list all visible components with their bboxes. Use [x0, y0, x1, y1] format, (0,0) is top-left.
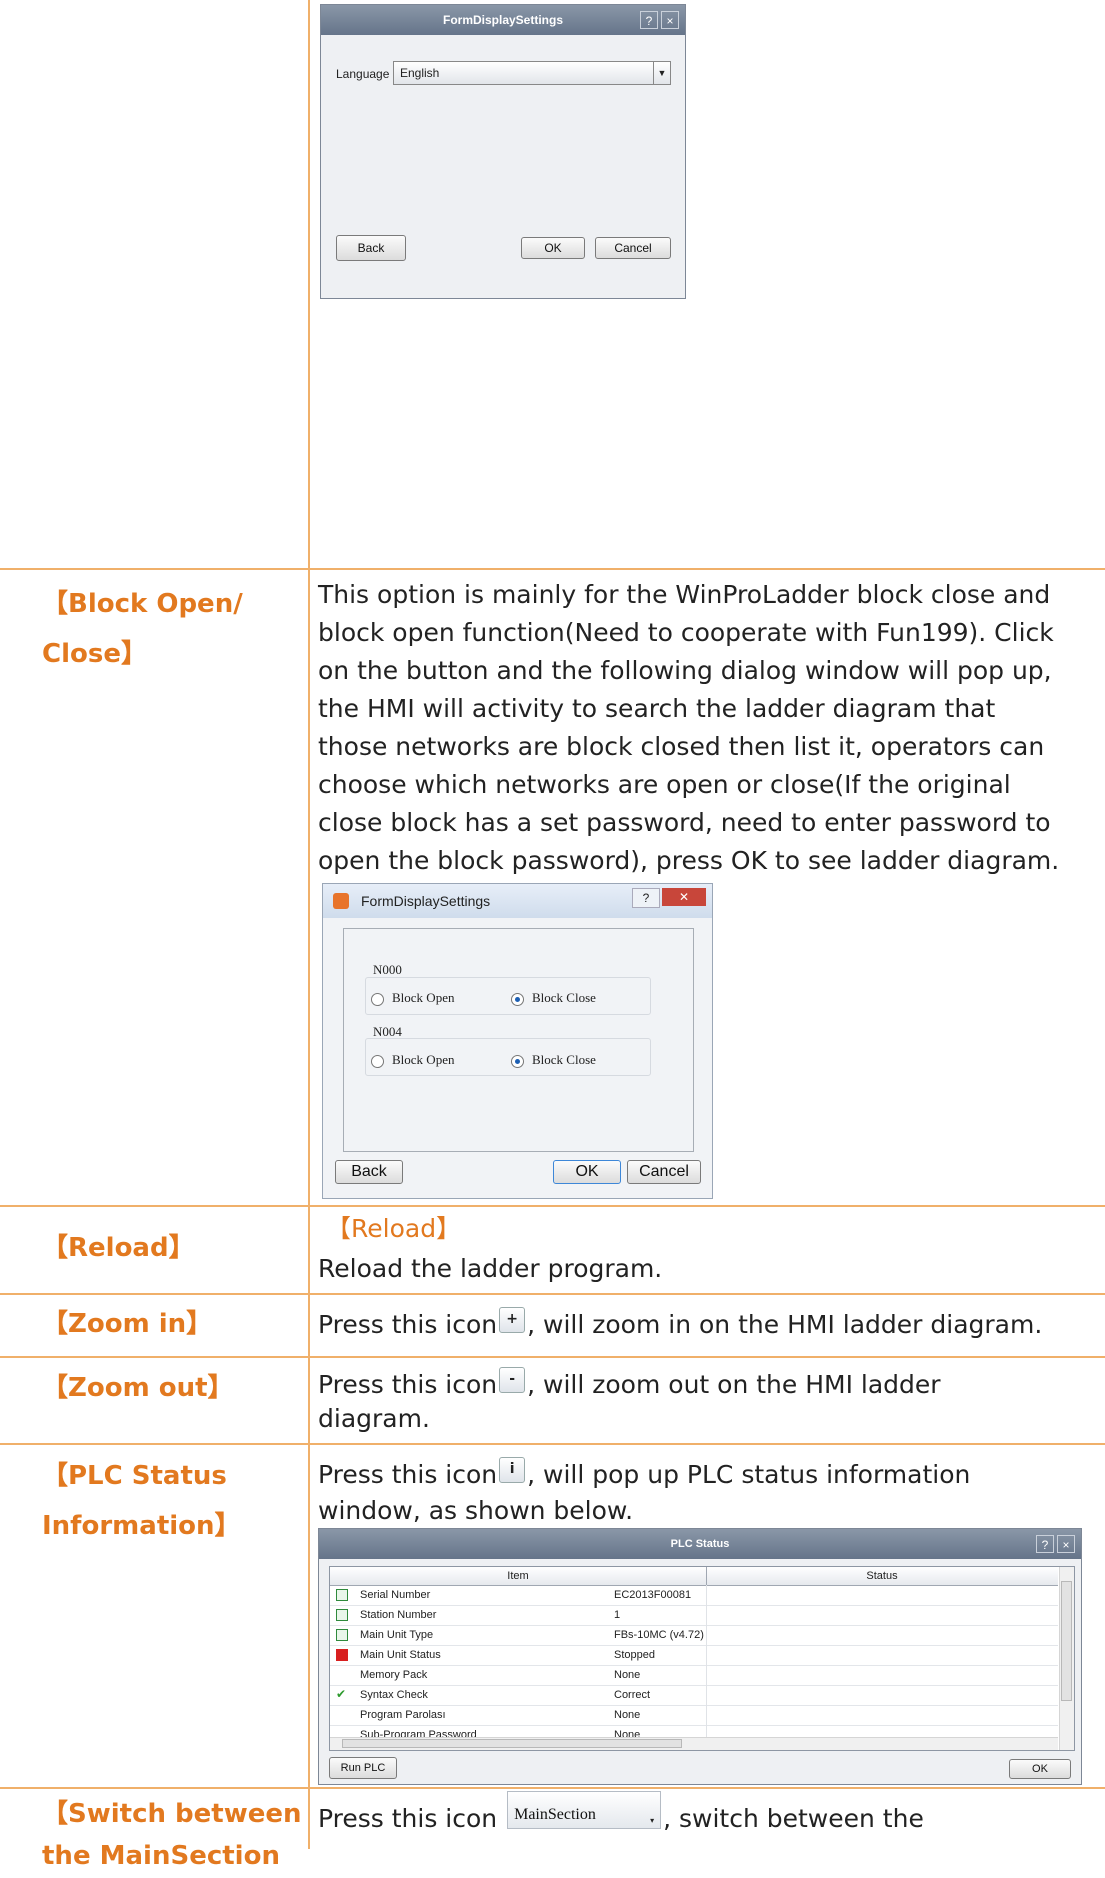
item-cell: Main Unit Status [360, 1649, 441, 1661]
zoom-out-label: 【Zoom out】 [42, 1373, 234, 1403]
close-button[interactable]: × [661, 11, 679, 29]
table-row[interactable]: Main Unit Status Stopped [330, 1645, 1058, 1666]
status-cell: None [614, 1669, 641, 1681]
info-icon[interactable]: i [499, 1457, 526, 1483]
dialog-title: FormDisplaySettings [321, 5, 685, 35]
status-cell: 1 [614, 1609, 621, 1621]
close-button[interactable]: ✕ [662, 888, 706, 906]
block-close-radio[interactable]: Block Close [511, 1052, 596, 1068]
help-button[interactable]: ? [632, 888, 660, 908]
header-status[interactable]: Status [707, 1567, 1057, 1585]
back-button[interactable]: Back [336, 235, 406, 261]
language-value: English [400, 66, 440, 80]
group-name: N000 [373, 962, 402, 977]
run-plc-button[interactable]: Run PLC [329, 1757, 397, 1779]
plc-status-label-line1: 【PLC Status [42, 1461, 227, 1491]
app-icon [333, 893, 349, 909]
chevron-down-icon: ▼ [653, 62, 670, 84]
table-row[interactable]: Station Number 1 [330, 1605, 1058, 1626]
zoom-in-text: Press this icon +, will zoom in on the HM… [318, 1306, 1096, 1344]
close-button[interactable]: × [1057, 1535, 1075, 1553]
item-cell: Station Number [360, 1609, 437, 1621]
block-label-line1: 【Block Open/ [42, 589, 243, 619]
block-close-radio[interactable]: Block Close [511, 990, 596, 1006]
status-cell: FBs-10MC (v4.72) [614, 1629, 704, 1641]
radio-icon [371, 1054, 384, 1068]
reload-text: Reload the ladder program. [318, 1254, 663, 1283]
scrollbar-thumb[interactable] [342, 1739, 682, 1748]
plc-status-text: Press this icon i, will pop up PLC status… [318, 1456, 1096, 1530]
zoom-out-text: Press this icon -, will zoom out on the H… [318, 1366, 1096, 1438]
plc-status-dialog: PLC Status ? × Item Status Serial Number… [318, 1528, 1082, 1785]
reload-label: 【Reload】 [42, 1233, 195, 1263]
chevron-down-icon: ▾ [650, 1816, 655, 1825]
cancel-button[interactable]: Cancel [627, 1160, 701, 1184]
back-button[interactable]: Back [335, 1160, 403, 1184]
section-dropdown-value: MainSection [514, 1806, 596, 1823]
info-icon [336, 1609, 348, 1621]
language-select[interactable]: English ▼ [393, 61, 671, 85]
stop-icon [336, 1649, 348, 1661]
table-row[interactable]: Main Unit Type FBs-10MC (v4.72) [330, 1625, 1058, 1646]
section-dropdown[interactable]: MainSection ▾ [507, 1791, 662, 1829]
help-button[interactable]: ? [640, 11, 658, 29]
radio-icon [511, 1054, 524, 1068]
horizontal-scrollbar[interactable] [330, 1737, 1058, 1750]
help-button[interactable]: ? [1036, 1535, 1054, 1553]
table-row[interactable]: ✔ Syntax Check Correct [330, 1685, 1058, 1706]
scrollbar-thumb[interactable] [1061, 1581, 1072, 1701]
check-icon: ✔ [336, 1687, 347, 1701]
blank-icon [336, 1709, 348, 1721]
item-cell: Syntax Check [360, 1689, 428, 1701]
block-open-radio[interactable]: Block Open [371, 990, 454, 1006]
switch-label-line2: the MainSection [42, 1841, 280, 1871]
status-table: Item Status Serial Number EC2013F00081 Sta… [329, 1566, 1075, 1751]
ok-button[interactable]: OK [1009, 1759, 1071, 1779]
block-dialog: FormDisplaySettings ? ✕ N000 Block Open … [322, 883, 713, 1199]
block-open-radio[interactable]: Block Open [371, 1052, 454, 1068]
cancel-button[interactable]: Cancel [595, 237, 671, 259]
info-icon [336, 1629, 348, 1641]
language-dialog: FormDisplaySettings ? × Language English… [320, 4, 686, 299]
item-cell: Serial Number [360, 1589, 431, 1601]
zoom-in-label: 【Zoom in】 [42, 1309, 213, 1339]
table-body: Serial Number EC2013F00081 Station Number 1… [330, 1585, 1058, 1750]
language-label: Language [336, 67, 390, 81]
vertical-scrollbar[interactable] [1059, 1567, 1074, 1750]
plc-status-label-line2: Information】 [42, 1511, 241, 1541]
block-description: This option is mainly for the WinProLadd… [318, 580, 1060, 875]
item-cell: Memory Pack [360, 1669, 428, 1681]
column-divider [706, 1585, 707, 1740]
zoom-out-icon[interactable]: - [499, 1367, 526, 1393]
group-name: N004 [373, 1024, 402, 1039]
zoom-in-icon[interactable]: + [499, 1307, 526, 1333]
switch-label-line1: 【Switch between [42, 1799, 302, 1829]
header-item[interactable]: Item [330, 1567, 707, 1585]
dialog-title: PLC Status [319, 1529, 1081, 1559]
status-cell: None [614, 1709, 641, 1721]
item-cell: Main Unit Type [360, 1629, 434, 1641]
item-cell: Program Parolası [360, 1709, 446, 1721]
block-label-line2: Close】 [42, 639, 147, 669]
reload-heading: 【Reload】 [326, 1214, 462, 1243]
status-cell: EC2013F00081 [614, 1589, 692, 1601]
table-row[interactable]: Serial Number EC2013F00081 [330, 1585, 1058, 1606]
table-header: Item Status [330, 1567, 1058, 1586]
blank-icon [336, 1669, 348, 1681]
ok-button[interactable]: OK [553, 1160, 621, 1184]
info-icon [336, 1589, 348, 1601]
ok-button[interactable]: OK [521, 237, 585, 259]
table-row[interactable]: Memory Pack None [330, 1665, 1058, 1686]
radio-icon [371, 992, 384, 1006]
radio-icon [511, 992, 524, 1006]
status-cell: Correct [614, 1689, 651, 1701]
table-row[interactable]: Program Parolası None [330, 1705, 1058, 1726]
status-cell: Stopped [614, 1649, 655, 1661]
switch-text: Press this icon MainSection ▾ , switch b… [318, 1791, 1096, 1839]
